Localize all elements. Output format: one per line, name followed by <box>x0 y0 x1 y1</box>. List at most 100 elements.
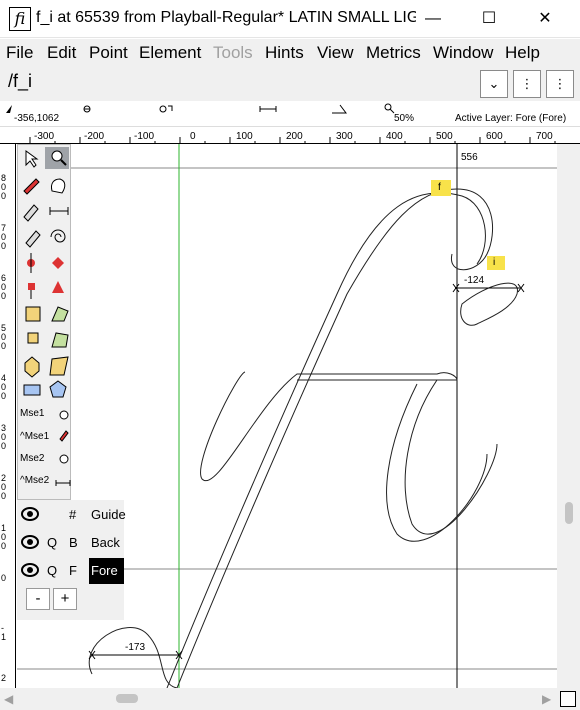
ruler-top-label: -300 <box>34 131 55 142</box>
ruler-top-label: 600 <box>486 131 503 142</box>
ruler-left-label: - 1 <box>1 623 7 642</box>
layer-row-fore[interactable]: Q F Fore <box>17 558 124 584</box>
layer-letter: # <box>69 507 77 522</box>
i-stem-inner-outline <box>386 383 488 542</box>
active-layer-label: Active Layer: Fore (Fore) <box>455 113 567 124</box>
mouse-label: ^Mse2 <box>20 475 50 486</box>
cursor-coords: -356,1062 <box>14 113 60 124</box>
advance-width-label: 556 <box>461 152 478 163</box>
layer-row-back[interactable]: Q B Back <box>17 530 124 556</box>
remove-layer-button[interactable]: - <box>26 588 50 610</box>
layer-quadratic: Q <box>47 563 58 578</box>
ruler-left-label: 4 0 0 <box>1 373 7 401</box>
glyph-label-i: i <box>493 257 496 268</box>
angle-icon <box>332 104 347 114</box>
vertical-ruler: 8 0 0 7 0 0 6 0 0 5 0 0 4 0 0 3 0 0 2 0 … <box>0 144 16 688</box>
menu-help[interactable]: Help <box>505 43 540 63</box>
menu-hints[interactable]: Hints <box>265 43 304 63</box>
menu-edit[interactable]: Edit <box>47 43 76 63</box>
visibility-eye-icon[interactable] <box>21 535 39 549</box>
ruler-left-label: 3 0 0 <box>1 423 7 451</box>
layer-name-selected: Fore <box>89 558 124 584</box>
rotate-tool-icon <box>27 332 39 344</box>
spiral-tool-icon <box>50 229 66 243</box>
menu-tools: Tools <box>213 43 253 62</box>
corner-point-tool-icon <box>28 283 35 290</box>
glyph-label-i-bg <box>487 256 505 270</box>
ruler-top-label: 0 <box>190 131 196 142</box>
layer-row-guide[interactable]: # Guide <box>17 502 126 528</box>
hvcurve-point-tool-icon <box>52 257 64 269</box>
rectangle-tool-icon <box>23 384 41 396</box>
measure-label-f: -173 <box>125 642 146 653</box>
vertical-scroll-thumb[interactable] <box>565 502 573 524</box>
menu-window[interactable]: Window <box>433 43 493 63</box>
horizontal-scroll-thumb[interactable] <box>116 694 138 703</box>
visibility-eye-icon[interactable] <box>21 507 39 521</box>
minimize-button[interactable]: — <box>410 0 456 38</box>
close-button[interactable]: ✕ <box>522 0 568 38</box>
distance-icon <box>259 106 277 112</box>
f-crossbar-outline <box>200 371 458 482</box>
measure-label-i: -124 <box>464 275 485 286</box>
glyph-option-button-2[interactable]: ⋮ <box>546 70 574 98</box>
menu-metrics[interactable]: Metrics <box>366 43 421 63</box>
glyph-option-button-1[interactable]: ⋮ <box>513 70 541 98</box>
glyph-name-field[interactable]: /f_i <box>8 71 32 92</box>
ruler-left-label: 1 0 0 <box>1 523 7 551</box>
perspective-tool-icon <box>49 356 69 376</box>
ruler-top-label: 700 <box>536 131 553 142</box>
mouse-label: ^Mse1 <box>20 431 50 442</box>
ruler-top-label: 500 <box>436 131 453 142</box>
info-bar: -356,1062 50% Active Layer: Fore (Fore) <box>0 101 580 127</box>
zoom-level: 50% <box>394 113 415 124</box>
layer-name: Guide <box>91 507 126 522</box>
ruler-tool-icon <box>49 207 69 215</box>
mse2-magnify-icon <box>59 454 69 464</box>
polygon-tool-icon <box>49 380 67 398</box>
ruler-top-label: 200 <box>286 131 303 142</box>
ruler-top-label: 300 <box>336 131 353 142</box>
glyph-dropdown-button[interactable]: ⌄ <box>480 70 508 98</box>
glyph-bar: /f_i ⌄ ⋮ ⋮ <box>0 67 580 101</box>
menu-point[interactable]: Point <box>89 43 128 63</box>
layer-name: Back <box>91 535 120 550</box>
ruler-top-label: -100 <box>134 131 155 142</box>
menu-element[interactable]: Element <box>139 43 201 63</box>
arrow-relative-icon <box>168 105 173 111</box>
skew-tool-icon <box>51 332 69 348</box>
maximize-button[interactable]: ☐ <box>466 0 512 38</box>
ruler-left-label: 2 0 0 <box>1 473 7 501</box>
resize-grip-icon[interactable] <box>560 691 576 707</box>
ruler-left-label: 7 0 0 <box>1 223 7 251</box>
layer-letter: B <box>69 535 78 550</box>
3d-rotate-tool-icon <box>24 356 40 378</box>
ruler-left-label: 0 <box>1 573 7 583</box>
glyph-label-f: f <box>438 182 441 193</box>
ruler-left-label: 6 0 0 <box>1 273 7 301</box>
layer-quadratic: Q <box>47 535 58 550</box>
menu-file[interactable]: File <box>6 43 33 63</box>
scroll-right-icon[interactable]: ▶ <box>542 692 551 706</box>
add-layer-button[interactable]: + <box>53 588 77 610</box>
mse1-magnify-icon <box>59 410 69 420</box>
ruler-top-label: 100 <box>236 131 253 142</box>
f-descender-outline <box>88 627 178 688</box>
point-relative-icon <box>159 105 167 113</box>
glyph-label-f-bg <box>431 180 451 196</box>
horizontal-scrollbar[interactable]: ◀ ▶ <box>0 688 580 710</box>
vertical-scrollbar[interactable] <box>557 144 580 688</box>
tool-icons <box>23 147 71 486</box>
f-stem-inner-outline <box>166 192 486 688</box>
ruler-left-label: 5 0 0 <box>1 323 7 351</box>
i-stem-outline <box>404 379 498 535</box>
ruler-top-label: -200 <box>84 131 105 142</box>
cursor-pos-icon <box>6 105 12 113</box>
visibility-eye-icon[interactable] <box>21 563 39 577</box>
menu-view[interactable]: View <box>317 43 354 63</box>
scroll-left-icon[interactable]: ◀ <box>4 692 13 706</box>
mouse-label: Mse1 <box>20 408 45 419</box>
ruler-top-label: 400 <box>386 131 403 142</box>
mouse-label: Mse2 <box>20 453 45 464</box>
mse1-ctrl-pencil-icon <box>59 430 69 442</box>
